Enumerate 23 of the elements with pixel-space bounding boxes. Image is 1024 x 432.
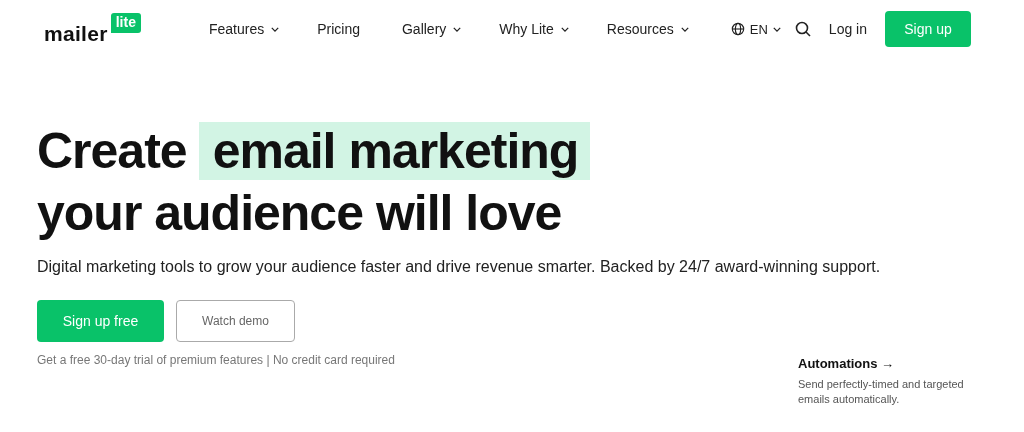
search-icon[interactable] — [794, 21, 811, 37]
subtitle-text: Digital marketing tools to grow your audience faster and drive revenue smarter. Backed by 24/7 award-winning support. — [37, 258, 882, 276]
nav-link[interactable]: Resources — [606, 21, 689, 37]
globe-icon — [730, 22, 745, 36]
chevron-down-icon — [680, 26, 689, 32]
feature-link[interactable]: Automations → — [798, 356, 988, 371]
nav-link[interactable]: Pricing — [317, 21, 360, 37]
headline-text: Create — [37, 122, 187, 181]
feature-description: Send perfectly-timed and targeted emails automatically. — [798, 377, 965, 407]
highlighted-headline: email marketing — [198, 122, 591, 180]
headline-text: your audience will love — [37, 184, 563, 243]
nav-link[interactable]: Why Lite — [499, 21, 569, 37]
nav-link[interactable]: Gallery — [401, 21, 462, 37]
language-selector[interactable]: EN — [730, 21, 781, 37]
nav-link[interactable]: Features — [208, 21, 280, 37]
chevron-down-icon — [772, 26, 781, 32]
watch-demo-button[interactable]: Watch demo — [176, 300, 295, 342]
login-link[interactable]: Log in — [828, 21, 867, 37]
chevron-down-icon — [453, 26, 462, 32]
chevron-down-icon — [560, 26, 569, 32]
trial-note: Get a free 30-day trial of premium features | No credit card required — [37, 353, 395, 369]
chevron-down-icon — [271, 26, 280, 32]
logo[interactable]: mailer lite — [44, 12, 141, 46]
